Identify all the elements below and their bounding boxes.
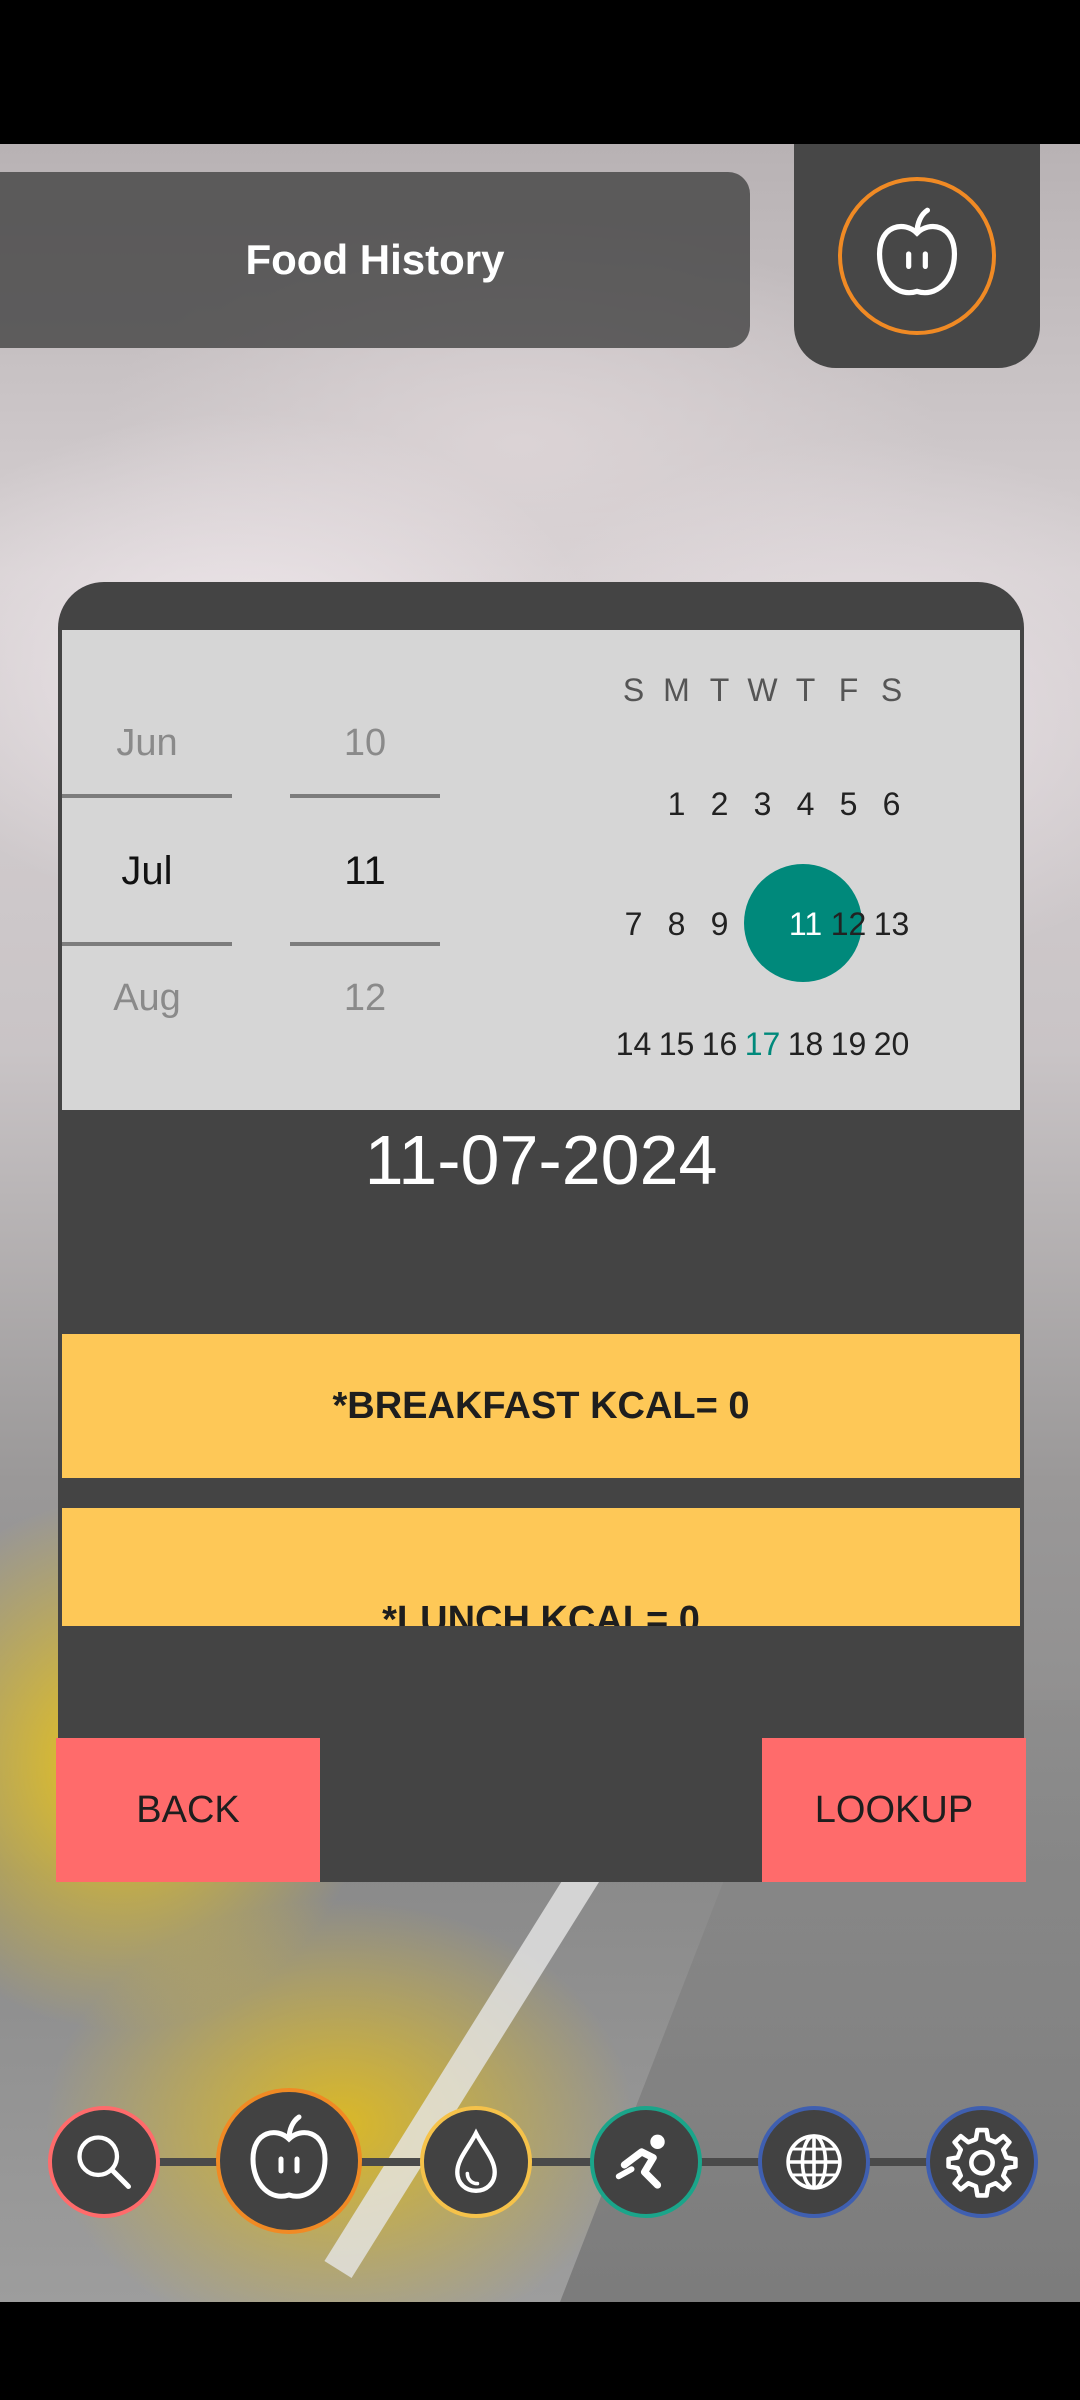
apple-icon — [876, 207, 958, 296]
calendar-day[interactable]: 6 — [870, 786, 913, 823]
calendar-day[interactable]: 19 — [827, 1026, 870, 1063]
day-divider-top — [290, 794, 440, 798]
search-icon — [77, 2135, 131, 2189]
weekday-header: W — [747, 672, 778, 708]
apple-icon — [250, 2114, 328, 2199]
nav-water-button[interactable] — [420, 2106, 532, 2218]
calendar-day[interactable]: 4 — [784, 786, 827, 823]
gear-icon — [946, 2127, 1018, 2198]
food-mode-badge[interactable] — [794, 144, 1040, 368]
calendar-day[interactable]: 20 — [870, 1026, 913, 1063]
calendar-day[interactable]: 18 — [784, 1026, 827, 1063]
globe-icon — [786, 2134, 842, 2190]
nav-settings-button[interactable] — [926, 2106, 1038, 2218]
month-next[interactable]: Aug — [62, 977, 232, 1020]
calendar-day[interactable]: 8 — [655, 906, 698, 943]
day-wheel[interactable]: 10 11 12 — [290, 630, 440, 1110]
day-divider-bottom — [290, 942, 440, 946]
weekday-header: F — [838, 672, 859, 708]
calendar-day[interactable]: 14 — [612, 1026, 655, 1063]
month-wheel[interactable]: Jun Jul Aug — [62, 630, 232, 1110]
apple-icon-ring — [838, 177, 996, 335]
date-picker: Jun Jul Aug 10 11 12 S M T W T F S 1 2 3… — [62, 630, 1020, 1110]
calendar-day-today[interactable]: 17 — [741, 1026, 784, 1063]
calendar-day[interactable]: 15 — [655, 1026, 698, 1063]
back-button-label: BACK — [136, 1788, 240, 1831]
day-prev[interactable]: 10 — [290, 722, 440, 765]
weekday-header: M — [663, 672, 690, 708]
calendar-day[interactable]: 1 — [655, 786, 698, 823]
history-panel: Jun Jul Aug 10 11 12 S M T W T F S 1 2 3… — [58, 582, 1024, 1882]
weekday-header: S — [622, 672, 645, 708]
month-calendar: S M T W T F S 1 2 3 4 5 6 7 8 9 10 11 12… — [612, 630, 992, 1110]
weekday-header: T — [795, 672, 816, 708]
month-divider-top — [62, 794, 232, 798]
water-drop-icon — [455, 2128, 497, 2193]
calendar-day[interactable]: 2 — [698, 786, 741, 823]
calendar-day[interactable]: 12 — [827, 906, 870, 943]
breakfast-kcal-label: *BREAKFAST KCAL= 0 — [332, 1384, 750, 1427]
month-selected[interactable]: Jul — [62, 849, 232, 894]
calendar-day[interactable]: 3 — [741, 786, 784, 823]
day-next[interactable]: 12 — [290, 977, 440, 1020]
calendar-day[interactable]: 7 — [612, 906, 655, 943]
nav-exercise-button[interactable] — [590, 2106, 702, 2218]
lunch-kcal-label: *LUNCH KCAL= 0 — [382, 1599, 700, 1626]
nav-food-button[interactable] — [216, 2088, 362, 2234]
exercise-icon — [615, 2134, 665, 2189]
calendar-day[interactable]: 9 — [698, 906, 741, 943]
calendar-day[interactable]: 13 — [870, 906, 913, 943]
nav-search-button[interactable] — [48, 2106, 160, 2218]
weekday-header: S — [880, 672, 903, 708]
page-title-bar: Food History — [0, 172, 750, 348]
back-button[interactable]: BACK — [56, 1738, 320, 1882]
month-divider-bottom — [62, 942, 232, 946]
day-selected[interactable]: 11 — [290, 849, 440, 894]
lookup-button-label: LOOKUP — [814, 1788, 974, 1831]
selected-date: 11-07-2024 — [364, 1121, 718, 1199]
breakfast-kcal-row[interactable]: *BREAKFAST KCAL= 0 — [62, 1334, 1020, 1478]
month-prev[interactable]: Jun — [62, 722, 232, 765]
lookup-button[interactable]: LOOKUP — [762, 1738, 1026, 1882]
page-title: Food History — [245, 236, 505, 283]
calendar-day[interactable]: 16 — [698, 1026, 741, 1063]
lunch-kcal-row[interactable]: *LUNCH KCAL= 0 — [62, 1508, 1020, 1626]
nav-globe-button[interactable] — [758, 2106, 870, 2218]
calendar-day[interactable]: 5 — [827, 786, 870, 823]
calendar-day-selected[interactable]: 11 — [784, 906, 827, 943]
weekday-header: T — [709, 672, 730, 708]
